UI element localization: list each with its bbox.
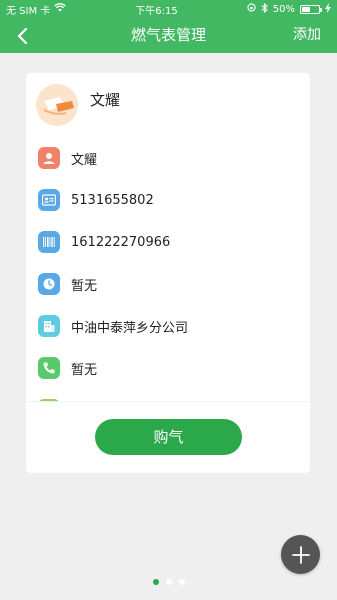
avatar <box>36 84 78 126</box>
page-dot[interactable] <box>152 579 159 585</box>
wifi-icon <box>54 3 67 15</box>
list-item: 161222270966 <box>26 221 310 263</box>
page-indicator <box>0 579 337 585</box>
floating-add-button[interactable] <box>281 535 320 574</box>
barcode-icon <box>38 231 60 253</box>
list-item: 中油中泰萍乡分公司 <box>26 305 310 347</box>
page-dot[interactable] <box>165 579 172 585</box>
add-button[interactable]: 添加 <box>293 18 321 53</box>
clock-icon <box>38 273 60 295</box>
last-purchase-time: 暂无 <box>71 278 98 294</box>
gas-card-icon <box>43 97 74 115</box>
plus-icon <box>291 545 310 564</box>
page-title: 燃气表管理 <box>130 26 206 44</box>
owner-name: 文耀 <box>90 91 121 109</box>
holder-name: 文耀 <box>71 152 98 168</box>
id-card-icon <box>38 189 60 211</box>
back-button[interactable] <box>10 24 34 48</box>
card-header: 文耀 <box>26 73 310 133</box>
status-time: 下午6:15 <box>135 5 178 17</box>
charging-icon <box>325 2 331 16</box>
bluetooth-icon <box>261 2 268 16</box>
carrier-label: 无 SIM 卡 <box>6 5 51 17</box>
phone-icon <box>38 357 60 379</box>
list-item: 暂无 <box>26 347 310 389</box>
buy-gas-button[interactable]: 购气 <box>95 419 242 455</box>
meter-card: 文耀 文耀 5131655802 161222270966 暂无 中油中泰萍乡分… <box>26 73 310 473</box>
meter-number: 161222270966 <box>71 234 171 250</box>
user-number: 5131655802 <box>71 192 154 208</box>
nav-bar: 燃气表管理 添加 <box>0 18 337 53</box>
card-footer: 购气 <box>26 401 310 473</box>
list-item: 暂无 <box>26 263 310 305</box>
status-bar: 无 SIM 卡 下午6:15 50% <box>0 0 337 18</box>
phone-number: 暂无 <box>71 362 98 378</box>
orientation-lock-icon <box>247 3 256 15</box>
list-item: 文耀 <box>26 137 310 179</box>
status-left: 无 SIM 卡 <box>6 2 67 17</box>
battery-percent: 50% <box>272 3 295 15</box>
building-icon <box>38 315 60 337</box>
chevron-left-icon <box>17 27 28 45</box>
company-name: 中油中泰萍乡分公司 <box>71 320 189 336</box>
status-right: 50% <box>247 2 331 16</box>
person-icon <box>38 147 60 169</box>
battery-icon <box>300 4 322 14</box>
list-item: 5131655802 <box>26 179 310 221</box>
page-dot[interactable] <box>178 579 185 585</box>
